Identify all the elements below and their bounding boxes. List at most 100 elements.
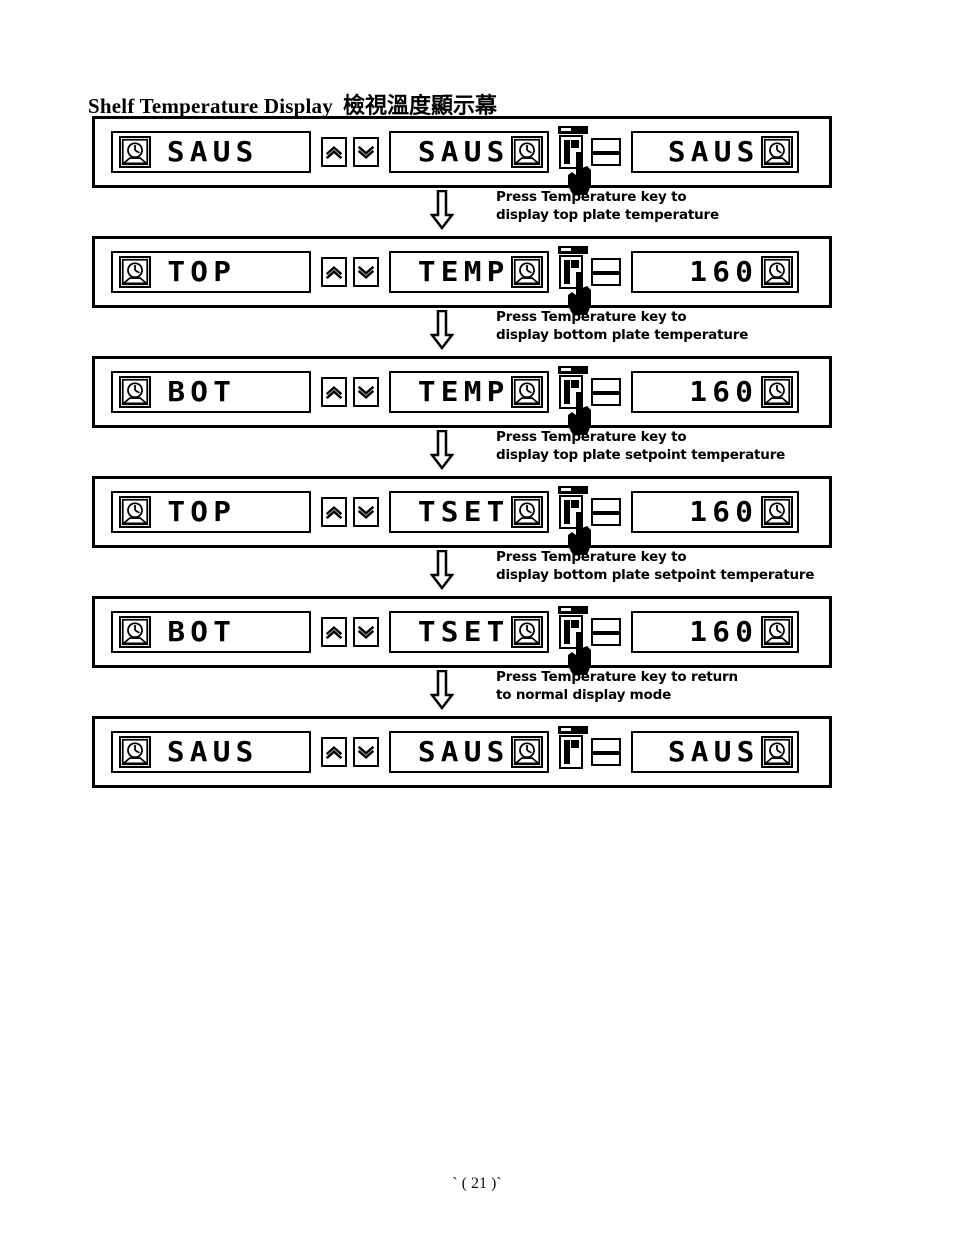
temperature-key-bar-right xyxy=(571,380,579,388)
bar-key[interactable] xyxy=(591,258,621,286)
bar-key[interactable] xyxy=(591,378,621,406)
lcd-display-left: BOT xyxy=(111,611,311,653)
bar-key[interactable] xyxy=(591,498,621,526)
lcd-text-left: TOP xyxy=(167,255,237,288)
temperature-key-cap xyxy=(558,246,588,254)
lcd-text-middle: TEMP xyxy=(417,255,510,288)
lcd-display-middle: TEMP xyxy=(389,371,549,413)
temperature-key-bar-right xyxy=(571,140,579,148)
flow-step: Press Temperature key to display top plat… xyxy=(92,188,832,236)
bar-key[interactable] xyxy=(591,138,621,166)
instruction-line-2: to normal display mode xyxy=(496,687,672,703)
temperature-key[interactable] xyxy=(558,126,588,169)
lcd-display-right: 160 xyxy=(631,491,799,533)
controller-panel-6: SAUS SAUS SAUS xyxy=(92,716,832,788)
clock-icon xyxy=(119,736,151,768)
temperature-key-bar-right xyxy=(571,260,579,268)
down-arrow-icon xyxy=(430,310,454,350)
lcd-display-left: SAUS xyxy=(111,131,311,173)
chevron-down-key[interactable] xyxy=(353,137,379,167)
lcd-display-left: TOP xyxy=(111,491,311,533)
chevron-up-key[interactable] xyxy=(321,137,347,167)
temperature-key-cap-notch xyxy=(561,368,571,371)
temperature-key-zone xyxy=(558,486,621,529)
instruction-text: Press Temperature key to display top plat… xyxy=(496,428,785,464)
instruction-line-2: display bottom plate temperature xyxy=(496,327,749,343)
instruction-text: Press Temperature key to display bottom p… xyxy=(496,308,748,344)
instruction-line-2: display top plate setpoint temperature xyxy=(496,447,786,463)
temperature-key-cap xyxy=(558,606,588,614)
temperature-key-bar-left xyxy=(564,260,570,284)
lcd-text-right: SAUS xyxy=(667,135,760,168)
temperature-key-bar-right xyxy=(571,620,579,628)
lcd-text-right: 160 xyxy=(689,495,759,528)
temperature-key-bar-right xyxy=(571,500,579,508)
page-title-english: Shelf Temperature Display xyxy=(88,94,333,119)
temperature-key-bar-left xyxy=(564,500,570,524)
procedure-flow: SAUS SAUS SAUS Press Temperature key to disp… xyxy=(92,116,832,788)
temperature-key-cap xyxy=(558,726,588,734)
bar-key[interactable] xyxy=(591,738,621,766)
lcd-text-middle: TSET xyxy=(417,615,510,648)
temperature-key-cap-notch xyxy=(561,488,571,491)
clock-icon xyxy=(761,376,793,408)
down-arrow-icon xyxy=(430,430,454,470)
temperature-key[interactable] xyxy=(558,246,588,289)
chevron-up-key[interactable] xyxy=(321,497,347,527)
lcd-text-left: SAUS xyxy=(166,135,259,168)
temperature-key-bar-left xyxy=(564,140,570,164)
clock-icon xyxy=(511,496,543,528)
lcd-text-left: BOT xyxy=(167,615,237,648)
lcd-text-left: BOT xyxy=(167,375,237,408)
flow-step: Press Temperature key to return to normal… xyxy=(92,668,832,716)
clock-icon xyxy=(119,496,151,528)
temperature-key-zone xyxy=(558,126,621,169)
chevron-down-key[interactable] xyxy=(353,617,379,647)
bar-key-line xyxy=(593,631,619,635)
clock-icon xyxy=(511,256,543,288)
chevron-up-key[interactable] xyxy=(321,617,347,647)
instruction-text: Press Temperature key to return to normal… xyxy=(496,668,738,704)
chevron-down-key[interactable] xyxy=(353,257,379,287)
clock-icon xyxy=(761,616,793,648)
bar-key-line xyxy=(593,391,619,395)
lcd-display-right: 160 xyxy=(631,371,799,413)
lcd-text-middle: TSET xyxy=(417,495,510,528)
lcd-text-right: 160 xyxy=(689,615,759,648)
adjust-key-group xyxy=(321,617,379,647)
lcd-text-middle: SAUS xyxy=(417,735,510,768)
temperature-key[interactable] xyxy=(558,726,588,769)
controller-panel-5: BOT TSET 160 xyxy=(92,596,832,668)
lcd-display-right: 160 xyxy=(631,251,799,293)
chevron-up-key[interactable] xyxy=(321,257,347,287)
temperature-key-zone xyxy=(558,246,621,289)
chevron-up-key[interactable] xyxy=(321,737,347,767)
chevron-up-key[interactable] xyxy=(321,377,347,407)
lcd-display-middle: SAUS xyxy=(389,131,549,173)
temperature-key[interactable] xyxy=(558,486,588,529)
instruction-line-1: Press Temperature key to xyxy=(496,189,687,205)
lcd-text-middle: SAUS xyxy=(417,135,510,168)
temperature-key-cap-notch xyxy=(561,608,571,611)
lcd-display-left: TOP xyxy=(111,251,311,293)
lcd-display-right: SAUS xyxy=(631,731,799,773)
down-arrow-icon xyxy=(430,190,454,230)
temperature-key[interactable] xyxy=(558,606,588,649)
chevron-down-key[interactable] xyxy=(353,737,379,767)
bar-key[interactable] xyxy=(591,618,621,646)
down-arrow-icon xyxy=(430,670,454,710)
instruction-line-1: Press Temperature key to xyxy=(496,429,687,445)
instruction-line-2: display top plate temperature xyxy=(496,207,719,223)
temperature-key-bar-left xyxy=(564,380,570,404)
clock-icon xyxy=(119,376,151,408)
chevron-down-key[interactable] xyxy=(353,377,379,407)
temperature-key-cap xyxy=(558,486,588,494)
adjust-key-group xyxy=(321,497,379,527)
temperature-key-cap xyxy=(558,366,588,374)
chevron-down-key[interactable] xyxy=(353,497,379,527)
lcd-display-middle: TEMP xyxy=(389,251,549,293)
clock-icon xyxy=(511,376,543,408)
temperature-key-cap xyxy=(558,126,588,134)
temperature-key[interactable] xyxy=(558,366,588,409)
lcd-text-right: 160 xyxy=(689,255,759,288)
